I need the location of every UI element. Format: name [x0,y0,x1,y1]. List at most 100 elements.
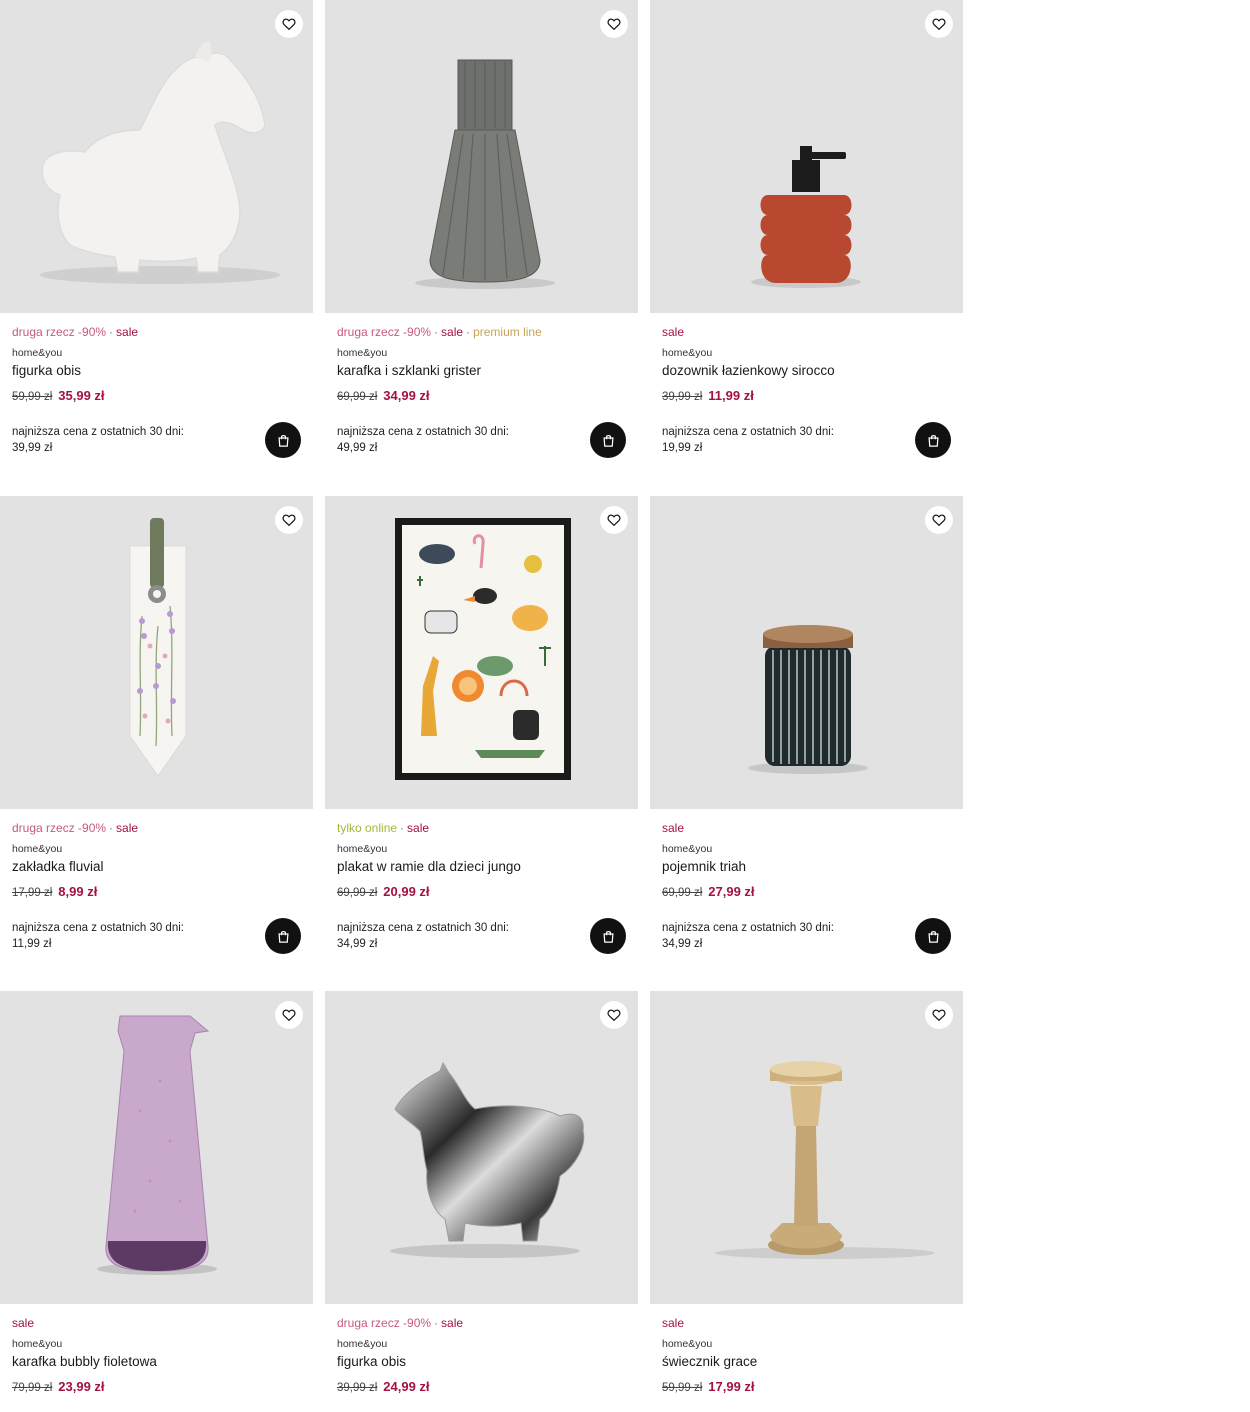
product-prices: 69,99 zł 20,99 zł [337,883,626,901]
new-price: 35,99 zł [58,388,105,403]
product-card[interactable]: sale home&you świecznik grace 59,99 zł 17… [650,991,963,1412]
product-info: druga rzecz -90% · sale · premium line home&… [337,323,626,405]
product-image[interactable] [0,991,313,1304]
sale-badge: sale [662,325,685,339]
online-only-badge: tylko online [337,821,398,835]
shopping-bag-icon [277,930,289,943]
favorite-button[interactable] [275,10,303,38]
new-price: 24,99 zł [383,1379,430,1394]
lowest-price-info: najniższa cena z ostatnich 30 dni: 19,99… [662,424,834,456]
product-badges: sale [662,819,951,837]
product-badges: druga rzecz -90% · sale [337,1316,464,1330]
favorite-button[interactable] [600,1001,628,1029]
old-price: 69,99 zł [337,887,378,899]
lowest-price-label: najniższa cena z ostatnich 30 dni: [662,426,834,438]
product-brand: home&you [337,347,388,359]
product-info: sale home&you świecznik grace 59,99 zł 17… [662,1314,951,1396]
product-card[interactable]: druga rzecz -90% · sale home&you figurka o… [0,0,313,495]
product-card[interactable]: sale home&you karafka bubbly fioletowa 7… [0,991,313,1412]
product-image[interactable] [0,496,313,809]
product-prices: 17,99 zł 8,99 zł [12,883,301,901]
add-to-cart-button[interactable] [590,422,626,458]
shopping-bag-icon [602,434,614,447]
product-info: sale home&you pojemnik triah 69,99 zł 27,… [662,819,951,901]
lowest-price-info: najniższa cena z ostatnich 30 dni: 39,99… [12,424,184,456]
new-price: 34,99 zł [383,388,430,403]
product-image[interactable] [650,496,963,809]
add-to-cart-button[interactable] [590,918,626,954]
favorite-button[interactable] [275,506,303,534]
product-name[interactable]: figurka obis [12,362,301,380]
product-badges: druga rzecz -90% · sale · premium line [337,325,542,339]
framed-animal-poster-image [395,518,571,780]
heart-icon [282,514,296,527]
favorite-button[interactable] [600,10,628,38]
add-to-cart-button[interactable] [265,918,301,954]
product-card[interactable]: sale home&you dozownik łazienkowy sirocc… [650,0,963,495]
product-card[interactable]: tylko online · sale home&you plakat w rami… [325,496,638,991]
heart-icon [607,1009,621,1022]
lowest-price-label: najniższa cena z ostatnich 30 dni: [12,426,184,438]
product-card[interactable]: druga rzecz -90% · sale · premium line home&… [325,0,638,495]
lowest-price-label: najniższa cena z ostatnich 30 dni: [337,426,509,438]
chrome-horse-figurine-image [390,1061,585,1258]
promo-badge: druga rzecz -90% [337,325,432,339]
add-to-cart-button[interactable] [915,422,951,458]
product-image[interactable] [650,0,963,313]
product-brand: home&you [662,347,713,359]
product-name[interactable]: figurka obis [337,1353,626,1371]
heart-icon [607,514,621,527]
favorite-button[interactable] [925,10,953,38]
old-price: 59,99 zł [12,391,53,403]
product-name[interactable]: pojemnik triah [662,858,951,876]
product-image[interactable] [0,0,313,313]
new-price: 27,99 zł [708,884,755,899]
product-card[interactable]: druga rzecz -90% · sale home&you zakładka … [0,496,313,991]
product-name[interactable]: karafka bubbly fioletowa [12,1353,301,1371]
lowest-price-value: 39,99 zł [12,442,53,454]
product-name[interactable]: świecznik grace [662,1353,951,1371]
product-info: sale home&you dozownik łazienkowy sirocc… [662,323,951,405]
product-brand: home&you [662,1338,713,1350]
favorite-button[interactable] [925,506,953,534]
new-price: 8,99 zł [58,884,98,899]
add-to-cart-button[interactable] [265,422,301,458]
purple-glass-carafe-image [97,1015,217,1275]
product-image[interactable] [325,496,638,809]
heart-icon [932,514,946,527]
sale-badge: sale [116,821,139,835]
product-name[interactable]: plakat w ramie dla dzieci jungo [337,858,626,876]
product-brand: home&you [12,347,63,359]
product-name[interactable]: karafka i szklanki grister [337,362,626,380]
new-price: 11,99 zł [708,388,754,403]
product-name[interactable]: zakładka fluvial [12,858,301,876]
product-card[interactable]: druga rzecz -90% · sale home&you figurka o… [325,991,638,1412]
product-badges: druga rzecz -90% · sale [12,325,139,339]
product-brand: home&you [662,843,713,855]
heart-icon [607,18,621,31]
product-info: druga rzecz -90% · sale home&you figurka o… [12,323,301,405]
promo-badge: druga rzecz -90% [337,1316,432,1330]
favorite-button[interactable] [925,1001,953,1029]
lowest-price-info: najniższa cena z ostatnich 30 dni: 49,99… [337,424,509,456]
product-image[interactable] [325,991,638,1304]
sale-badge: sale [12,1316,35,1330]
product-name[interactable]: dozownik łazienkowy sirocco [662,362,951,380]
heart-icon [282,18,296,31]
new-price: 20,99 zł [383,884,430,899]
product-image[interactable] [650,991,963,1304]
lowest-price-info: najniższa cena z ostatnich 30 dni: 34,99… [337,920,509,952]
favorite-button[interactable] [600,506,628,534]
sale-badge: sale [662,1316,685,1330]
product-card[interactable]: sale home&you pojemnik triah 69,99 zł 27,… [650,496,963,991]
shopping-bag-icon [277,434,289,447]
product-badges: sale [662,323,951,341]
shopping-bag-icon [927,434,939,447]
old-price: 69,99 zł [337,391,378,403]
product-info: druga rzecz -90% · sale home&you figurka o… [337,1314,626,1396]
floral-bookmark-image [129,518,187,777]
add-to-cart-button[interactable] [915,918,951,954]
product-badges: druga rzecz -90% · sale [12,821,139,835]
product-image[interactable] [325,0,638,313]
favorite-button[interactable] [275,1001,303,1029]
